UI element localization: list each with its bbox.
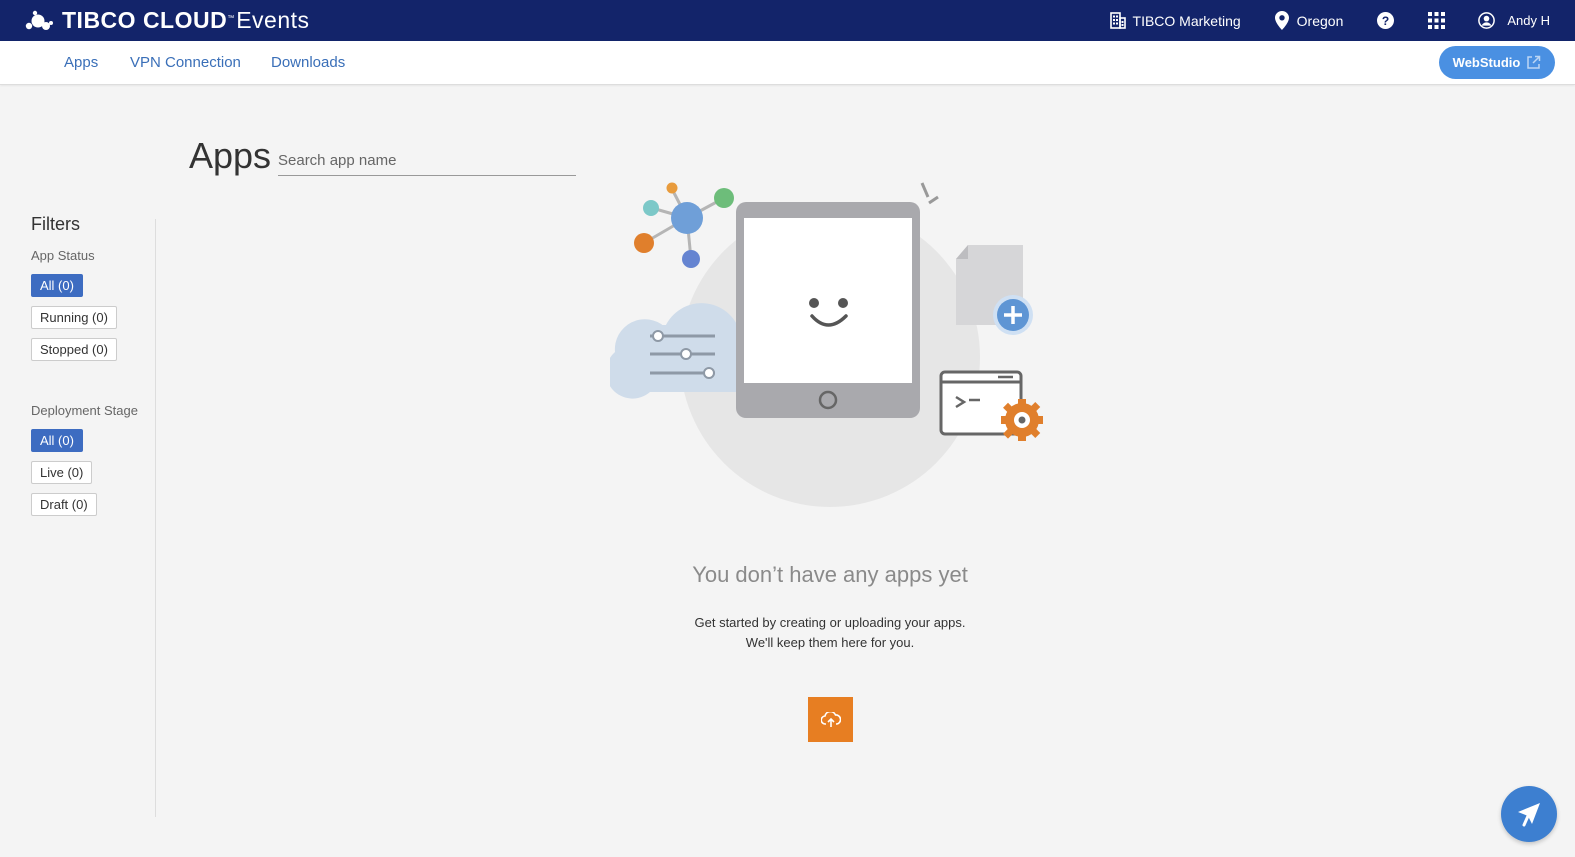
user-avatar-icon — [1478, 12, 1496, 29]
tibco-logo-icon — [24, 10, 58, 32]
empty-state-title: You don’t have any apps yet — [692, 562, 968, 587]
app-status-label: App Status — [31, 248, 95, 263]
brand-product-name: Events — [236, 7, 310, 33]
location-pin-icon — [1274, 11, 1289, 30]
filter-deployment-draft[interactable]: Draft (0) — [31, 493, 97, 516]
tablet-smile-icon — [736, 182, 939, 418]
svg-text:?: ? — [1382, 14, 1389, 28]
feedback-button[interactable] — [1501, 786, 1557, 842]
empty-state-description: Get started by creating or uploading you… — [0, 613, 1575, 653]
filter-app-status-all[interactable]: All (0) — [31, 274, 83, 297]
help-button[interactable]: ? — [1377, 12, 1395, 29]
deployment-stage-label: Deployment Stage — [31, 403, 138, 418]
webstudio-label: WebStudio — [1452, 55, 1521, 70]
network-nodes-icon — [634, 182, 734, 268]
brand-trademark: ™ — [227, 15, 235, 22]
empty-state-line-2: We'll keep them here for you. — [745, 635, 915, 650]
nav-link-apps[interactable]: Apps — [64, 54, 98, 71]
filter-app-status-running[interactable]: Running (0) — [31, 306, 117, 329]
brand-name: TIBCO CLOUD — [62, 7, 228, 33]
help-icon: ? — [1377, 12, 1395, 29]
filter-app-status-stopped[interactable]: Stopped (0) — [31, 338, 117, 361]
cloud-upload-icon — [820, 711, 841, 728]
secondary-nav-bar: Apps VPN Connection Downloads WebStudio — [0, 41, 1575, 85]
search-app-input[interactable] — [278, 145, 576, 176]
building-icon — [1109, 12, 1126, 29]
app-grid-icon — [1428, 12, 1446, 29]
top-header-bar: TIBCO CLOUD ™ Events TIBCO Marketing Ore… — [0, 0, 1575, 41]
user-name: Andy H — [1507, 13, 1550, 28]
feedback-megaphone-icon — [1515, 800, 1543, 828]
external-link-icon — [1520, 55, 1541, 70]
region-name: Oregon — [1296, 12, 1344, 29]
org-switcher[interactable]: TIBCO Marketing — [1109, 12, 1241, 29]
nav-link-vpn-connection[interactable]: VPN Connection — [130, 54, 241, 71]
filter-deployment-live[interactable]: Live (0) — [31, 461, 93, 484]
region-switcher[interactable]: Oregon — [1274, 11, 1344, 30]
empty-state-line-1: Get started by creating or uploading you… — [694, 615, 966, 630]
upload-app-button[interactable] — [808, 697, 853, 742]
nav-link-downloads[interactable]: Downloads — [271, 54, 345, 71]
terminal-settings-icon — [939, 370, 1043, 441]
empty-state-illustration — [605, 175, 1050, 510]
filters-divider — [155, 219, 156, 817]
org-name: TIBCO Marketing — [1132, 12, 1241, 29]
filter-deployment-all[interactable]: All (0) — [31, 429, 83, 452]
filters-title: Filters — [31, 214, 80, 234]
add-document-icon — [956, 245, 1033, 335]
app-switcher-button[interactable] — [1428, 12, 1446, 29]
page-title: Apps — [189, 135, 272, 176]
brand-logo-area[interactable]: TIBCO CLOUD ™ Events — [24, 0, 310, 41]
webstudio-button[interactable]: WebStudio — [1439, 46, 1555, 79]
user-menu[interactable]: Andy H — [1478, 12, 1550, 29]
